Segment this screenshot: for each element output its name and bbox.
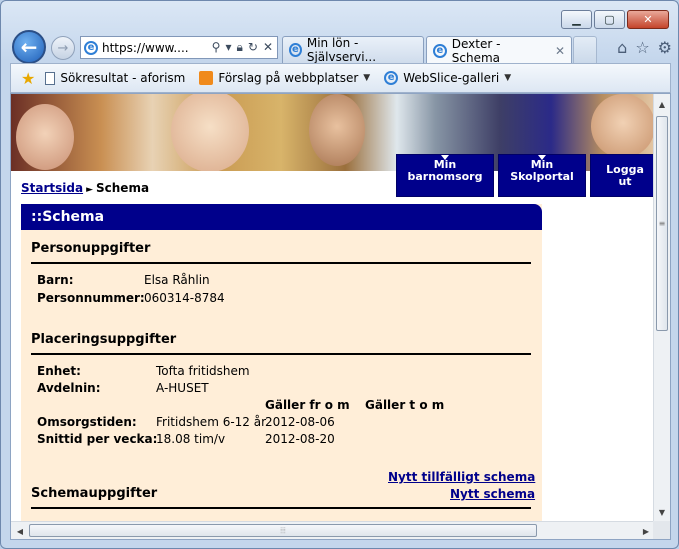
- scroll-left-arrow-icon[interactable]: ◀: [12, 523, 28, 539]
- snittid-label: Snittid per vecka:: [37, 432, 158, 446]
- horizontal-scroll-thumb[interactable]: ⦙⦙⦙: [29, 524, 537, 537]
- snittid-from: 2012-08-20: [265, 432, 335, 446]
- breadcrumb-current: Schema: [96, 181, 150, 195]
- address-text[interactable]: https://www....: [102, 41, 189, 55]
- breadcrumb: Startsida ► Schema: [21, 181, 149, 195]
- scroll-down-arrow-icon[interactable]: ▼: [654, 504, 670, 520]
- nav-label: Logga ut: [606, 163, 644, 188]
- fav-label: Förslag på webbplatser: [218, 71, 359, 85]
- lock-icon[interactable]: 🔒︎: [236, 40, 242, 55]
- barn-label: Barn:: [37, 273, 74, 287]
- nav-logga-ut[interactable]: Logga ut: [590, 154, 660, 197]
- breadcrumb-arrow-icon: ►: [86, 185, 93, 195]
- vertical-scrollbar[interactable]: ▲ ≡ ▼: [653, 94, 670, 522]
- fav-label: Sökresultat - aforism: [60, 71, 186, 85]
- section-schemauppgifter: Schemauppgifter: [31, 486, 158, 501]
- barn-value: Elsa Råhlin: [144, 273, 210, 287]
- panel-title: ::Schema: [21, 204, 542, 230]
- fav-webslice[interactable]: e WebSlice-galleri ▼: [380, 71, 515, 85]
- search-icon[interactable]: ⚲: [212, 40, 221, 55]
- enhet-value: Tofta fritidshem: [156, 364, 250, 378]
- favorites-icon[interactable]: ★: [21, 69, 35, 88]
- scroll-right-arrow-icon[interactable]: ▶: [638, 523, 654, 539]
- horizontal-scrollbar[interactable]: ◀ ⦙⦙⦙ ▶: [11, 521, 655, 539]
- triangle-icon: [538, 155, 546, 160]
- omsorgstiden-from: 2012-08-06: [265, 415, 335, 429]
- vertical-scroll-thumb[interactable]: ≡: [656, 116, 668, 331]
- page-viewport: Min barnomsorg Min Skolportal Logga ut S…: [10, 93, 671, 540]
- refresh-icon[interactable]: ↻: [248, 40, 258, 55]
- favorites-bar: ★ Sökresultat - aforism Förslag på webbp…: [10, 63, 671, 93]
- forward-button[interactable]: →: [51, 36, 75, 60]
- divider: [31, 262, 531, 264]
- new-tab-button[interactable]: [573, 36, 597, 63]
- maximize-button[interactable]: ▢: [594, 10, 625, 29]
- window-controls: ▁ ▢ ✕: [561, 10, 669, 29]
- personnummer-label: Personnummer:: [37, 291, 145, 305]
- breadcrumb-home-link[interactable]: Startsida: [21, 181, 83, 195]
- enhet-label: Enhet:: [37, 364, 81, 378]
- section-placeringsuppgifter: Placeringsuppgifter: [31, 332, 177, 347]
- tab-dexter-schema[interactable]: e Dexter - Schema ✕: [426, 36, 572, 65]
- arrow-left-icon: ←: [20, 35, 38, 59]
- nav-label: Min barnomsorg: [407, 158, 483, 183]
- top-navigation: Min barnomsorg Min Skolportal Logga ut: [396, 154, 660, 197]
- page-icon: [45, 71, 56, 85]
- ie-tab-icon: e: [289, 43, 302, 57]
- chevron-down-icon: ▼: [363, 73, 371, 83]
- schema-panel: ::Schema Personuppgifter Barn: Elsa Råhl…: [21, 204, 542, 534]
- divider: [31, 353, 531, 355]
- section-personuppgifter: Personuppgifter: [31, 241, 151, 256]
- chevron-down-icon: ▼: [504, 73, 512, 83]
- nav-min-barnomsorg[interactable]: Min barnomsorg: [396, 154, 494, 197]
- close-tab-icon[interactable]: ✕: [555, 44, 565, 58]
- tab-label: Dexter - Schema: [451, 36, 501, 65]
- avdelning-value: A-HUSET: [156, 381, 209, 395]
- home-icon[interactable]: ⌂: [617, 38, 627, 57]
- nytt-schema-link[interactable]: Nytt schema: [450, 487, 535, 501]
- suggested-sites-icon: [199, 71, 214, 85]
- triangle-icon: [441, 155, 449, 160]
- webslice-icon: e: [384, 71, 399, 85]
- close-window-button[interactable]: ✕: [627, 10, 669, 29]
- fav-forslag[interactable]: Förslag på webbplatser ▼: [195, 71, 374, 85]
- col-galler-from: Gäller fr o m: [265, 398, 350, 412]
- nav-label: Min Skolportal: [510, 158, 574, 183]
- scroll-up-arrow-icon[interactable]: ▲: [654, 96, 670, 112]
- stop-icon[interactable]: ✕: [263, 40, 273, 55]
- address-bar[interactable]: e https://www.... ⚲ ▾ 🔒︎ ↻ ✕: [80, 36, 278, 59]
- back-button[interactable]: ←: [12, 30, 46, 64]
- browser-window: ▁ ▢ ✕ ← → e https://www.... ⚲ ▾ 🔒︎ ↻ ✕ e…: [0, 0, 679, 549]
- ie-tab-icon: e: [433, 43, 447, 58]
- favorites-star-icon[interactable]: ☆: [635, 38, 649, 57]
- omsorgstiden-label: Omsorgstiden:: [37, 415, 137, 429]
- dropdown-icon[interactable]: ▾: [225, 40, 231, 55]
- nytt-tillfalligt-schema-link[interactable]: Nytt tillfälligt schema: [388, 470, 535, 484]
- ie-page-icon: e: [84, 40, 98, 55]
- tab-min-lon[interactable]: e Min lön - Självservi...: [282, 36, 424, 64]
- tab-label: Min lön - Självservi...: [306, 36, 377, 64]
- divider: [31, 507, 531, 509]
- snittid-value: 18.08 tim/v: [156, 432, 226, 446]
- arrow-right-icon: →: [57, 40, 69, 56]
- col-galler-tom: Gäller t o m: [365, 398, 445, 412]
- fav-label: WebSlice-galleri: [403, 71, 500, 85]
- fav-aforism[interactable]: Sökresultat - aforism: [41, 71, 189, 85]
- omsorgstiden-value: Fritidshem 6-12 år: [156, 415, 267, 429]
- avdelning-label: Avdelnin:: [37, 381, 101, 395]
- gear-icon[interactable]: ⚙: [658, 38, 672, 57]
- scrollbar-corner: [653, 521, 670, 539]
- minimize-button[interactable]: ▁: [561, 10, 592, 29]
- personnummer-value: 060314-8784: [144, 291, 225, 305]
- nav-min-skolportal[interactable]: Min Skolportal: [498, 154, 586, 197]
